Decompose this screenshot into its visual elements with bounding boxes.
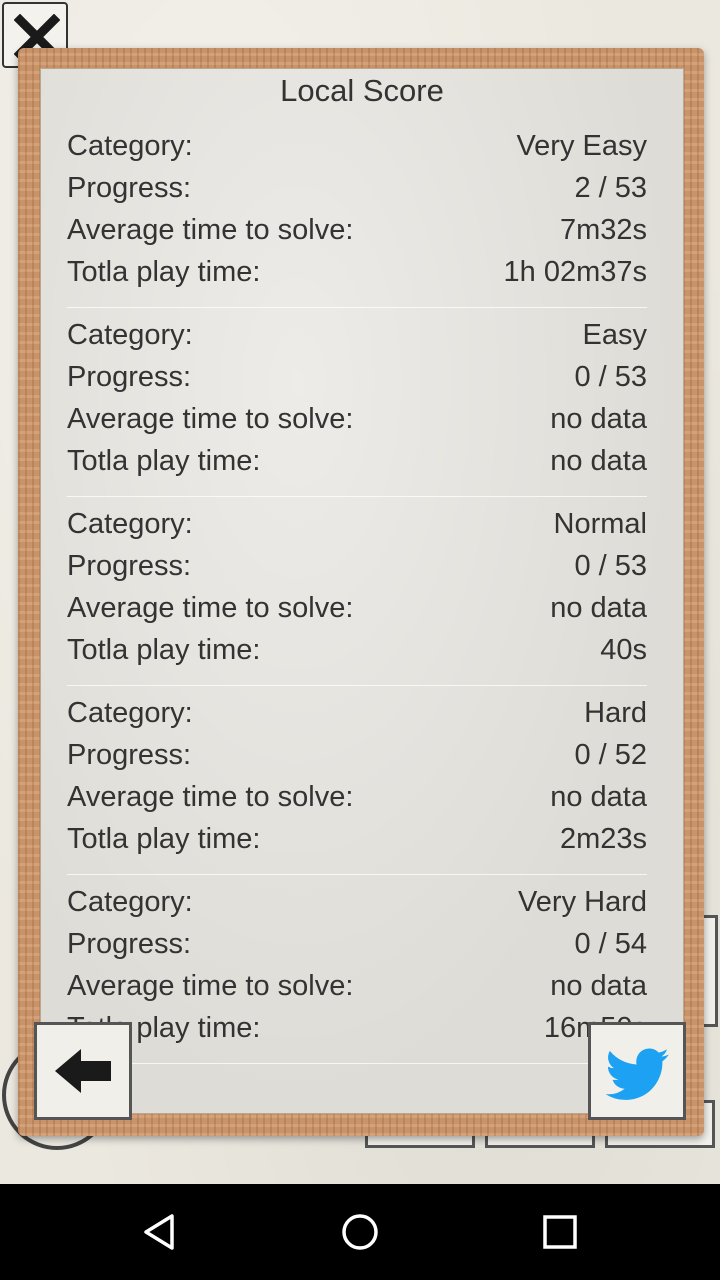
stats-group: Category: Very Easy Progress: 2 / 53 Average… (67, 119, 647, 308)
stat-label-average: Average time to solve: (67, 591, 354, 624)
stat-value-progress: 0 / 53 (574, 360, 647, 393)
android-navigation-bar (0, 1184, 720, 1280)
stat-value-total: 40s (600, 633, 647, 666)
stat-value-average: no data (550, 969, 647, 1002)
stat-label-progress: Progress: (67, 171, 192, 204)
stat-label-average: Average time to solve: (67, 969, 354, 1002)
stat-label-total: Totla play time: (67, 444, 261, 477)
stat-row-average: Average time to solve: no data (67, 587, 647, 629)
stat-row-progress: Progress: 0 / 53 (67, 356, 647, 398)
stat-row-average: Average time to solve: no data (67, 776, 647, 818)
stat-label-category: Category: (67, 507, 193, 540)
back-button[interactable] (34, 1022, 132, 1120)
stat-row-progress: Progress: 0 / 52 (67, 734, 647, 776)
stat-label-category: Category: (67, 696, 193, 729)
stat-label-progress: Progress: (67, 738, 192, 771)
stats-group: Category: Hard Progress: 0 / 52 Average time… (67, 686, 647, 875)
circle-home-icon[interactable] (336, 1208, 384, 1256)
stat-row-progress: Progress: 2 / 53 (67, 167, 647, 209)
twitter-share-button[interactable] (588, 1022, 686, 1120)
dialog-title: Local Score (280, 73, 444, 108)
stat-label-total: Totla play time: (67, 822, 261, 855)
stat-value-total: no data (550, 444, 647, 477)
stat-row-total: Totla play time: 2m23s (67, 818, 647, 860)
stat-value-progress: 0 / 52 (574, 738, 647, 771)
stats-group: Category: Normal Progress: 0 / 53 Average ti… (67, 497, 647, 686)
stats-group: Category: Easy Progress: 0 / 53 Average time… (67, 308, 647, 497)
stat-value-average: no data (550, 402, 647, 435)
stat-value-category: Normal (553, 507, 647, 540)
stat-value-category: Very Hard (518, 885, 647, 918)
stat-row-total: Totla play time:16m50s (67, 1007, 647, 1049)
stat-row-average: Average time to solve: 7m32s (67, 209, 647, 251)
stat-row-category: Category: Hard (67, 692, 647, 734)
stat-label-average: Average time to solve: (67, 780, 354, 813)
stat-row-category: Category: Normal (67, 503, 647, 545)
stat-row-average: Average time to solve: no data (67, 398, 647, 440)
stat-label-total: Totla play time: (67, 255, 261, 288)
stat-value-progress: 0 / 53 (574, 549, 647, 582)
stat-value-average: no data (550, 780, 647, 813)
stat-value-category: Very Easy (516, 129, 647, 162)
stat-row-category: Category: Easy (67, 314, 647, 356)
stat-label-total: Totla play time: (67, 633, 261, 666)
stat-label-category: Category: (67, 129, 193, 162)
stat-row-progress: Progress: 0 / 54 (67, 923, 647, 965)
stat-value-total: 2m23s (559, 822, 647, 855)
stat-label-average: Average time to solve: (67, 402, 354, 435)
stat-label-average: Average time to solve: (67, 213, 354, 246)
stat-label-category: Category: (67, 318, 193, 351)
stat-value-total: 1h 02m37s (503, 255, 648, 288)
stat-value-progress: 0 / 54 (574, 927, 647, 960)
stat-label-category: Category: (67, 885, 193, 918)
stats-scroll-list[interactable]: Category: Very Easy Progress: 2 / 53 Average… (67, 119, 647, 1079)
stat-row-total: Totla play time: 1h 02m37s (67, 251, 647, 293)
stat-row-category: Category: Very Easy (67, 125, 647, 167)
stat-row-progress: Progress: 0 / 53 (67, 545, 647, 587)
stats-group: Category: Very Hard Progress: 0 / 54 Average… (67, 875, 647, 1064)
stat-label-progress: Progress: (67, 549, 192, 582)
stat-row-average: Average time to solve: no data (67, 965, 647, 1007)
triangle-back-icon[interactable] (136, 1208, 184, 1256)
stat-value-category: Hard (584, 696, 647, 729)
stat-row-total: Totla play time: no data (67, 440, 647, 482)
stat-row-total: Totla play time: 40s (67, 629, 647, 671)
stat-value-category: Easy (582, 318, 647, 351)
stat-row-category: Category: Very Hard (67, 881, 647, 923)
stat-value-average: 7m32s (559, 213, 647, 246)
score-dialog: Local Score Category: Very Easy Progress: 2… (40, 68, 684, 1114)
arrow-left-icon (55, 1049, 111, 1093)
stat-label-progress: Progress: (67, 927, 192, 960)
stat-label-progress: Progress: (67, 360, 192, 393)
stat-value-progress: 2 / 53 (574, 171, 647, 204)
twitter-bird-icon (605, 1048, 669, 1100)
stat-value-average: no data (550, 591, 647, 624)
square-recents-icon[interactable] (536, 1208, 584, 1256)
